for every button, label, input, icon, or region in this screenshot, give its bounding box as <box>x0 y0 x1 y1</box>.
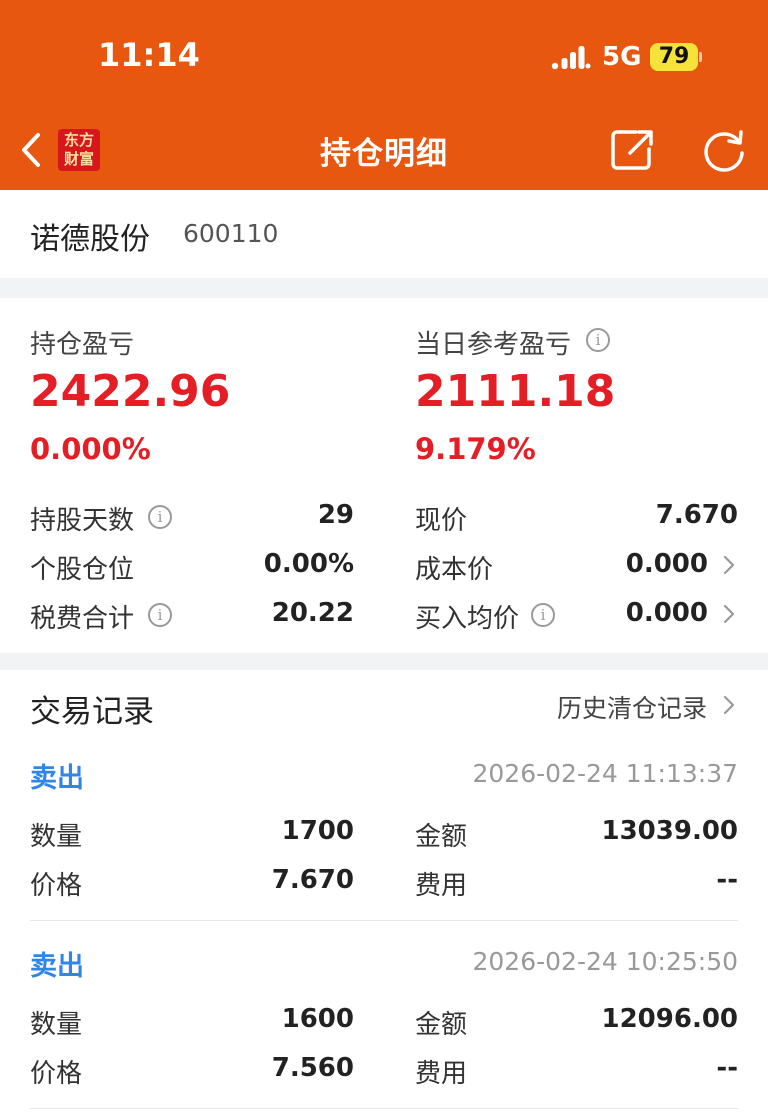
avg-buy-price-value[interactable]: 0.000 <box>560 598 708 628</box>
fee-value: -- <box>716 1053 738 1083</box>
chevron-right-icon[interactable] <box>722 694 736 716</box>
amount-label: 金额 <box>415 1010 468 1040</box>
cost-price-value[interactable]: 0.000 <box>560 549 708 579</box>
app-header: 11:14 5G 79 东方 财富 持仓明细 <box>0 0 768 190</box>
quantity-label: 数量 <box>30 1010 83 1040</box>
current-price-label: 现价 <box>415 506 468 536</box>
position-ratio-label: 个股仓位 <box>30 555 135 585</box>
daily-pl-label: 当日参考盈亏 <box>415 330 572 360</box>
network-label: 5G <box>602 42 642 72</box>
total-fees-label: 税费合计 <box>30 604 135 634</box>
price-value: 7.560 <box>271 1053 354 1083</box>
holding-pl-percent: 0.000% <box>30 432 151 466</box>
info-icon[interactable]: i <box>148 505 172 529</box>
history-clearance-link[interactable]: 历史清仓记录 <box>557 689 707 725</box>
holding-pl-label: 持仓盈亏 <box>30 330 135 360</box>
status-bar: 11:14 5G 79 <box>0 0 768 110</box>
trade-time: 2026-02-24 10:25:50 <box>472 947 738 976</box>
stock-header: 诺德股份 600110 <box>0 190 768 278</box>
quantity-value: 1700 <box>281 816 354 846</box>
chevron-right-icon[interactable] <box>722 554 736 576</box>
fee-value: -- <box>716 865 738 895</box>
current-price-value: 7.670 <box>655 500 738 530</box>
quantity-value: 1600 <box>281 1004 354 1034</box>
signal-icon <box>551 46 591 70</box>
fee-label: 费用 <box>415 871 468 901</box>
trade-type: 卖出 <box>30 763 84 794</box>
holding-days-value: 29 <box>317 500 354 530</box>
price-label: 价格 <box>30 871 83 901</box>
fee-label: 费用 <box>415 1059 468 1089</box>
stock-name: 诺德股份 <box>30 222 150 257</box>
nav-bar: 东方 财富 持仓明细 <box>0 110 768 190</box>
stock-code: 600110 <box>183 219 279 248</box>
trade-time: 2026-02-24 11:13:37 <box>472 759 738 788</box>
info-icon[interactable]: i <box>148 603 172 627</box>
amount-value: 12096.00 <box>601 1004 738 1034</box>
section-title: 交易记录 <box>30 694 154 730</box>
price-value: 7.670 <box>271 865 354 895</box>
quantity-label: 数量 <box>30 822 83 852</box>
price-label: 价格 <box>30 1059 83 1089</box>
amount-label: 金额 <box>415 822 468 852</box>
cost-price-label[interactable]: 成本价 <box>415 549 493 586</box>
daily-pl-value: 2111.18 <box>415 366 616 417</box>
daily-pl-percent: 9.179% <box>415 432 536 466</box>
holding-days-label: 持股天数 <box>30 506 135 536</box>
refresh-icon[interactable] <box>700 127 748 173</box>
trade-records: 交易记录 历史清仓记录 卖出 2026-02-24 11:13:37 数量 17… <box>0 670 768 1114</box>
position-ratio-value: 0.00% <box>263 549 354 579</box>
total-fees-value: 20.22 <box>271 598 354 628</box>
battery-level: 79 <box>658 44 690 69</box>
holding-pl-value: 2422.96 <box>30 366 231 417</box>
share-icon[interactable] <box>608 127 656 173</box>
battery-icon: 79 <box>650 43 702 71</box>
amount-value: 13039.00 <box>601 816 738 846</box>
avg-buy-price-label[interactable]: 买入均价 <box>415 598 519 635</box>
info-icon[interactable]: i <box>531 603 555 627</box>
chevron-right-icon[interactable] <box>722 603 736 625</box>
status-time: 11:14 <box>98 36 200 74</box>
divider <box>30 920 738 921</box>
divider <box>30 1108 738 1109</box>
position-summary: 持仓盈亏 2422.96 0.000% 当日参考盈亏 i 2111.18 9.1… <box>0 298 768 653</box>
trade-type: 卖出 <box>30 951 84 982</box>
info-icon[interactable]: i <box>586 328 610 352</box>
